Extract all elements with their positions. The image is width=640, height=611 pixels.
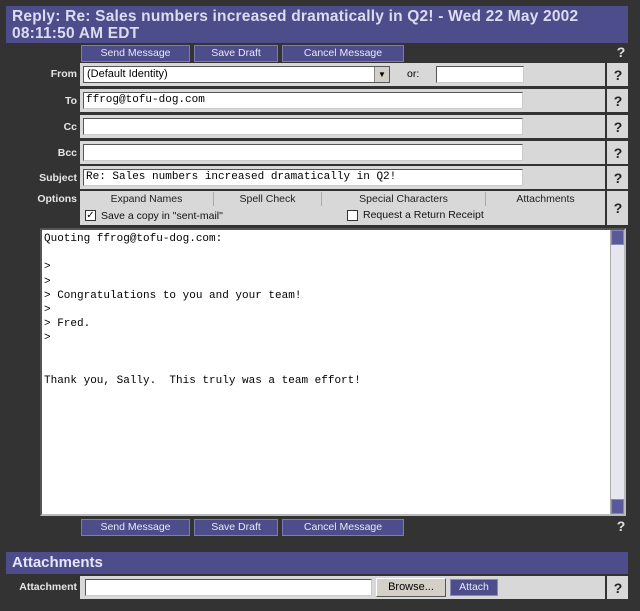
- special-characters-link[interactable]: Special Characters: [322, 192, 486, 206]
- save-copy-checkbox[interactable]: ✓: [85, 210, 96, 221]
- help-icon[interactable]: ?: [611, 119, 625, 135]
- help-box-bcc: ?: [607, 141, 628, 164]
- to-row: ffrog@tofu-dog.com: [80, 89, 605, 112]
- cancel-message-button[interactable]: Cancel Message: [282, 45, 404, 62]
- from-label: From: [50, 68, 77, 80]
- subject-field[interactable]: Re: Sales numbers increased dramatically…: [83, 169, 523, 186]
- or-label: or:: [407, 68, 420, 80]
- options-panel: Expand Names Spell Check Special Charact…: [80, 191, 605, 225]
- subject-row: Re: Sales numbers increased dramatically…: [80, 166, 605, 189]
- attachments-heading: Attachments: [6, 552, 628, 574]
- cc-label: Cc: [63, 121, 77, 133]
- send-message-button[interactable]: Send Message: [81, 45, 190, 62]
- help-box-from: ?: [607, 63, 628, 86]
- bcc-row: [80, 141, 605, 164]
- chevron-down-icon[interactable]: ▼: [374, 67, 389, 82]
- attach-button[interactable]: Attach: [450, 579, 498, 596]
- identity-select[interactable]: (Default Identity) ▼: [83, 66, 390, 83]
- help-box-to: ?: [607, 89, 628, 112]
- attachment-file-input[interactable]: [85, 579, 372, 596]
- bcc-field[interactable]: [83, 144, 523, 161]
- scroll-up-arrow[interactable]: [611, 230, 624, 245]
- browse-button[interactable]: Browse...: [376, 578, 446, 597]
- help-box-options: ?: [607, 191, 628, 225]
- save-draft-button[interactable]: Save Draft: [194, 45, 278, 62]
- cancel-message-button[interactable]: Cancel Message: [282, 519, 404, 536]
- to-label: To: [64, 95, 77, 107]
- attachment-label: Attachment: [19, 581, 77, 593]
- help-icon[interactable]: ?: [611, 580, 625, 596]
- help-box-attachment: ?: [607, 576, 628, 599]
- bcc-label: Bcc: [57, 147, 77, 159]
- spell-check-link[interactable]: Spell Check: [214, 192, 322, 206]
- subject-label: Subject: [39, 172, 77, 184]
- help-box-cc: ?: [607, 115, 628, 138]
- identity-select-value: (Default Identity): [87, 68, 168, 80]
- help-icon[interactable]: ?: [611, 200, 625, 216]
- help-icon-top[interactable]: ?: [614, 44, 628, 60]
- from-row: (Default Identity) ▼ or:: [80, 63, 605, 86]
- help-icon-bottom[interactable]: ?: [614, 518, 628, 534]
- cc-field[interactable]: [83, 118, 523, 135]
- send-message-button[interactable]: Send Message: [81, 519, 190, 536]
- cc-row: [80, 115, 605, 138]
- window-title: Reply: Re: Sales numbers increased drama…: [6, 6, 628, 43]
- help-icon[interactable]: ?: [611, 93, 625, 109]
- options-label: Options: [37, 193, 77, 205]
- expand-names-link[interactable]: Expand Names: [80, 192, 214, 206]
- to-field[interactable]: ffrog@tofu-dog.com: [83, 92, 523, 109]
- from-other-input[interactable]: [436, 66, 524, 83]
- attachment-row: Browse... Attach: [80, 576, 605, 599]
- return-receipt-label: Request a Return Receipt: [363, 209, 484, 221]
- help-icon[interactable]: ?: [611, 170, 625, 186]
- help-box-subject: ?: [607, 166, 628, 189]
- scroll-down-arrow[interactable]: [611, 499, 624, 514]
- vertical-scrollbar[interactable]: [610, 230, 624, 514]
- attachments-link[interactable]: Attachments: [486, 192, 605, 206]
- message-body[interactable]: Quoting ffrog@tofu-dog.com: > > > Congra…: [40, 228, 626, 516]
- message-body-text[interactable]: Quoting ffrog@tofu-dog.com: > > > Congra…: [44, 232, 610, 512]
- help-icon[interactable]: ?: [611, 145, 625, 161]
- save-draft-button[interactable]: Save Draft: [194, 519, 278, 536]
- return-receipt-checkbox[interactable]: [347, 210, 358, 221]
- save-copy-label: Save a copy in "sent-mail": [101, 210, 223, 222]
- help-icon[interactable]: ?: [611, 67, 625, 83]
